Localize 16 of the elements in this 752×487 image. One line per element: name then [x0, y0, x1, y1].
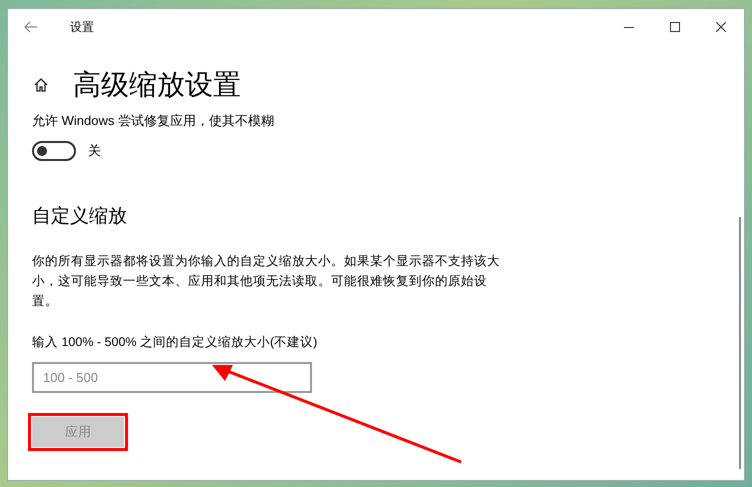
maximize-icon: [670, 22, 680, 32]
toggle-knob: [37, 146, 47, 156]
close-icon: [716, 22, 726, 32]
back-arrow-icon: [24, 21, 38, 33]
setting-label: 允许 Windows 尝试修复应用，使其不模糊: [32, 112, 275, 130]
description-text: 你的所有显示器都将设置为你输入的自定义缩放大小。如果某个显示器不支持该大小，这可能导致一些文本、应用和其他项无法读取。可能很难恢复到你的原始设置。: [32, 253, 500, 310]
toggle-state-text: 关: [88, 142, 101, 160]
scale-input-field[interactable]: 100 - 500: [32, 362, 312, 393]
section-heading: 自定义缩放: [32, 204, 128, 228]
home-button[interactable]: [32, 76, 50, 94]
toggle-switch[interactable]: [32, 140, 76, 160]
field-label: 输入 100% - 500% 之间的自定义缩放大小(不建议): [32, 334, 318, 351]
page-title: 高级缩放设置: [73, 68, 241, 102]
window-title: 设置: [70, 19, 94, 36]
minimize-icon: [624, 26, 634, 28]
home-icon: [33, 77, 49, 93]
